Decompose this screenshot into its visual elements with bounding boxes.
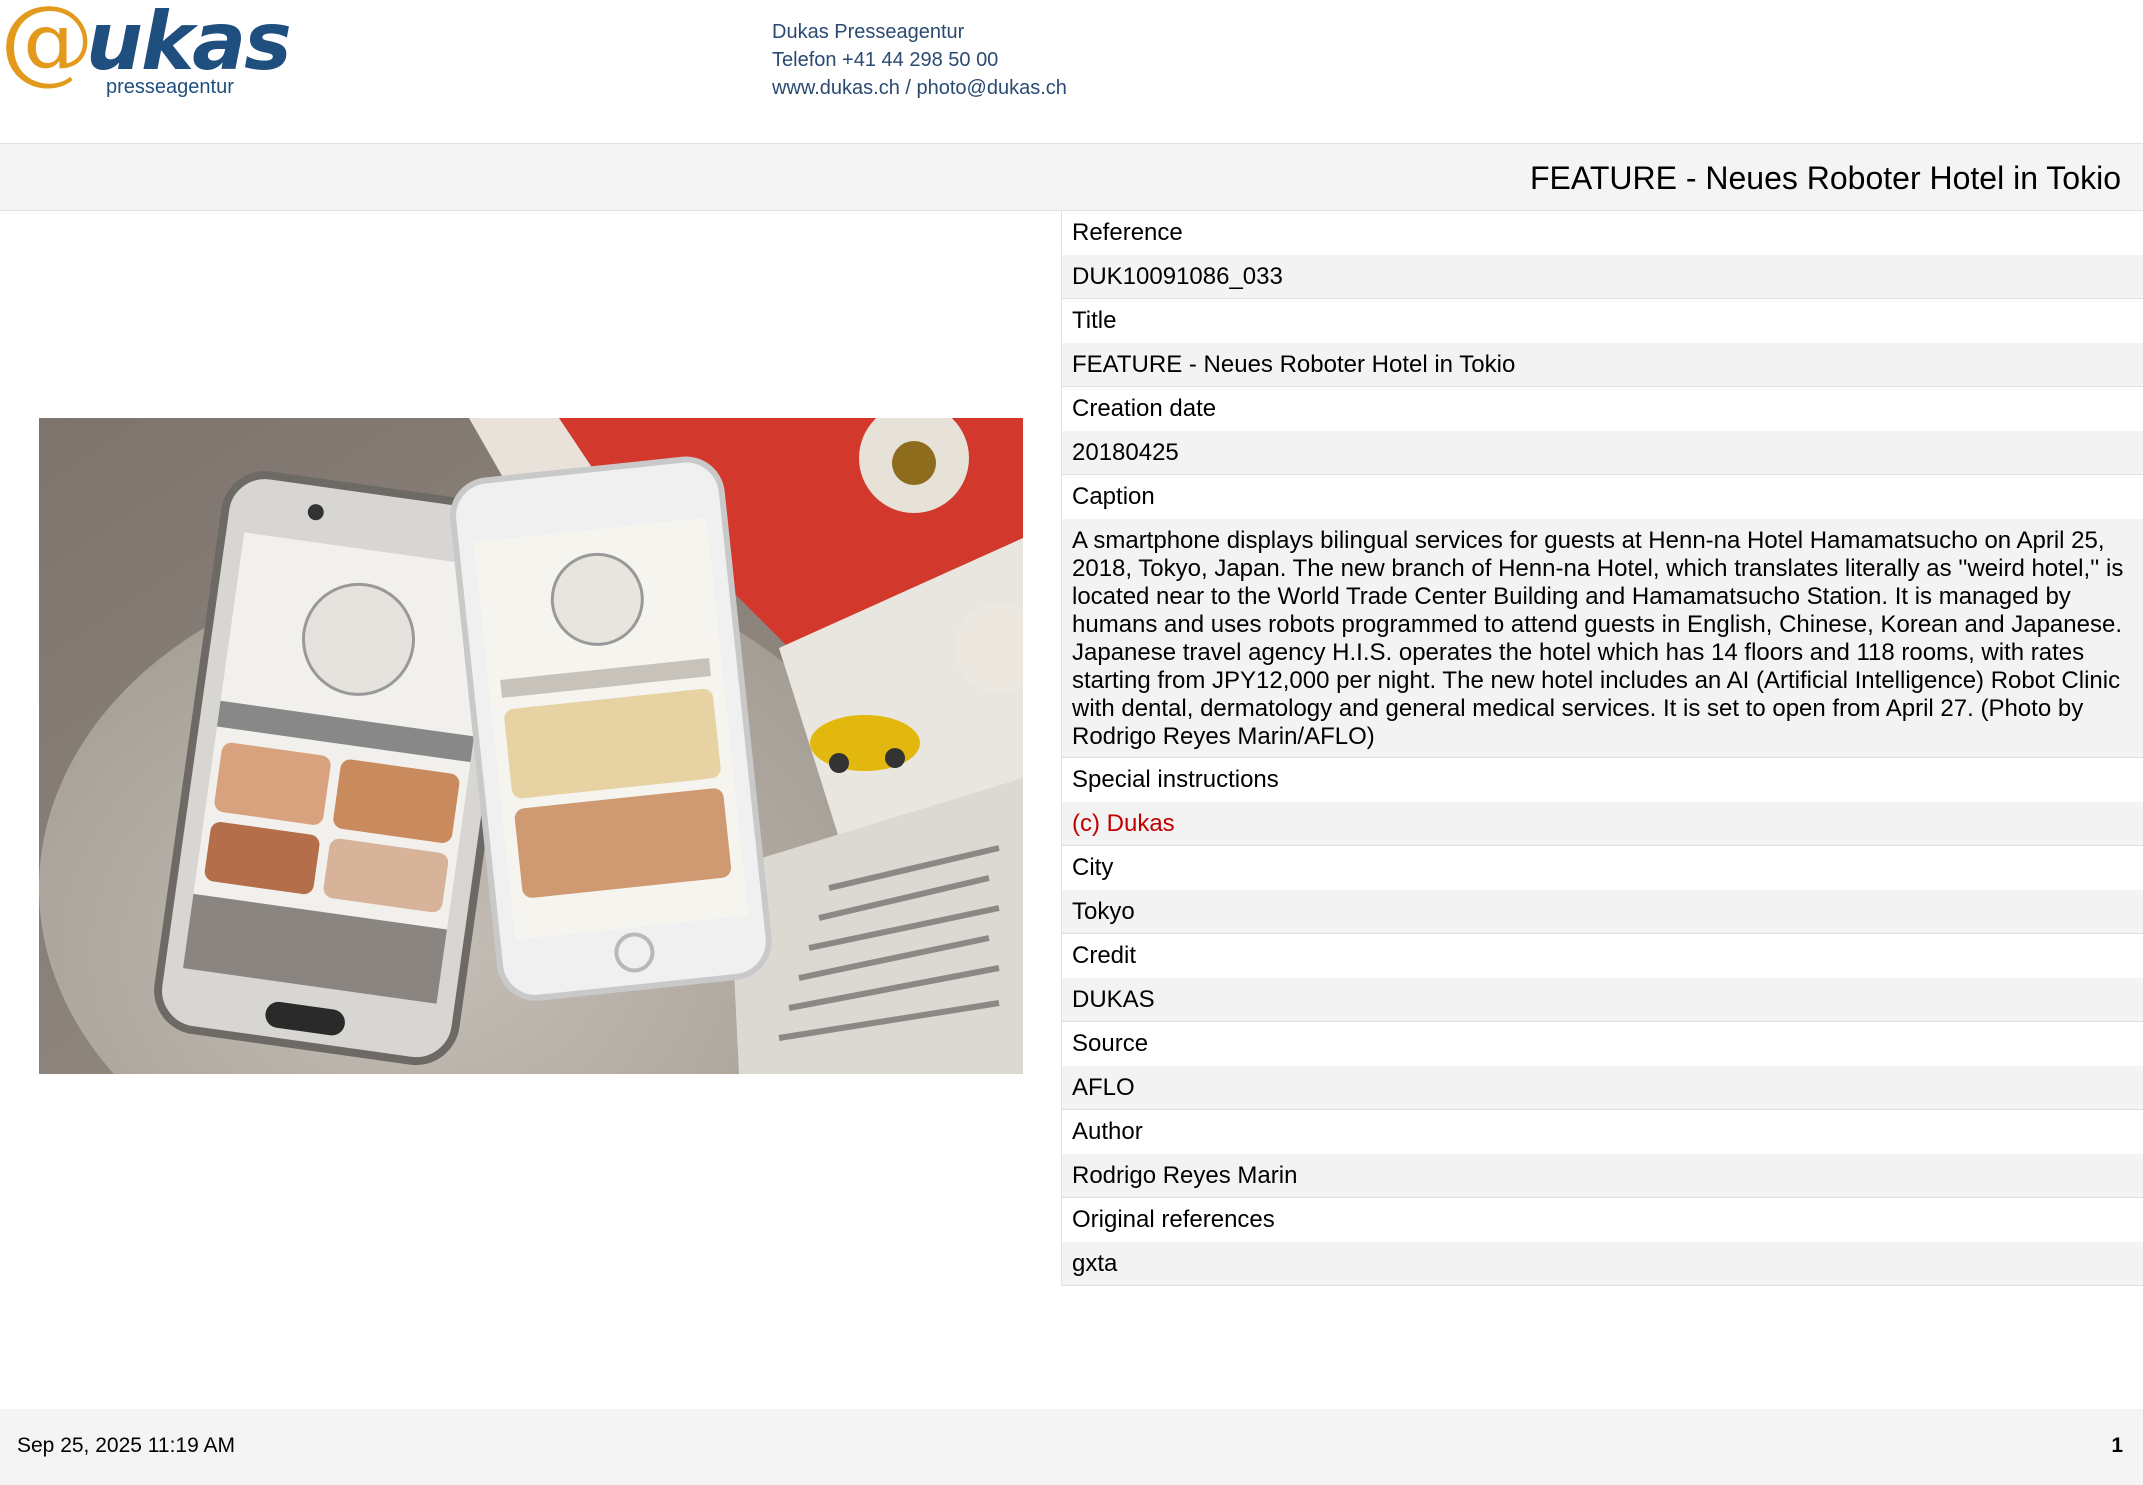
field-label-title: Title: [1062, 299, 2143, 343]
logo-at-mark: @: [0, 0, 94, 95]
title-bar: FEATURE - Neues Roboter Hotel in Tokio: [0, 143, 2143, 211]
photo: [39, 418, 1023, 1074]
field-label-original-references: Original references: [1062, 1198, 2143, 1242]
field-value-original-references: gxta: [1062, 1242, 2143, 1286]
field-value-creation-date: 20180425: [1062, 431, 2143, 475]
document-page: @ ukas presseagentur Dukas Presseagentur…: [0, 0, 2143, 1485]
field-value-caption: A smartphone displays bilingual services…: [1062, 519, 2143, 758]
logo-subtitle: presseagentur: [106, 76, 234, 98]
field-label-city: City: [1062, 846, 2143, 890]
field-value-title: FEATURE - Neues Roboter Hotel in Tokio: [1062, 343, 2143, 387]
field-value-author: Rodrigo Reyes Marin: [1062, 1154, 2143, 1198]
contact-block: Dukas Presseagentur Telefon +41 44 298 5…: [772, 18, 1067, 102]
field-label-reference: Reference: [1062, 211, 2143, 255]
field-value-city: Tokyo: [1062, 890, 2143, 934]
field-value-reference: DUK10091086_033: [1062, 255, 2143, 299]
field-label-special-instructions: Special instructions: [1062, 758, 2143, 802]
page-footer: Sep 25, 2025 11:19 AM 1: [0, 1409, 2143, 1485]
contact-web-email: www.dukas.ch / photo@dukas.ch: [772, 77, 1067, 99]
field-label-author: Author: [1062, 1110, 2143, 1154]
print-timestamp: Sep 25, 2025 11:19 AM: [17, 1434, 235, 1457]
logo-wordmark: ukas: [86, 0, 292, 88]
page-title: FEATURE - Neues Roboter Hotel in Tokio: [1529, 160, 2121, 196]
field-label-creation-date: Creation date: [1062, 387, 2143, 431]
field-label-credit: Credit: [1062, 934, 2143, 978]
page-number: 1: [2111, 1434, 2123, 1457]
field-label-source: Source: [1062, 1022, 2143, 1066]
field-label-caption: Caption: [1062, 475, 2143, 519]
contact-agency: Dukas Presseagentur: [772, 21, 965, 43]
field-value-special-instructions: (c) Dukas: [1062, 802, 2143, 846]
field-value-credit: DUKAS: [1062, 978, 2143, 1022]
field-value-source: AFLO: [1062, 1066, 2143, 1110]
metadata-table: Reference DUK10091086_033 Title FEATURE …: [1061, 211, 2143, 1286]
dukas-logo: @ ukas presseagentur: [0, 0, 292, 105]
contact-phone: Telefon +41 44 298 50 00: [772, 49, 999, 71]
smartphones-photo: [39, 418, 1023, 1074]
